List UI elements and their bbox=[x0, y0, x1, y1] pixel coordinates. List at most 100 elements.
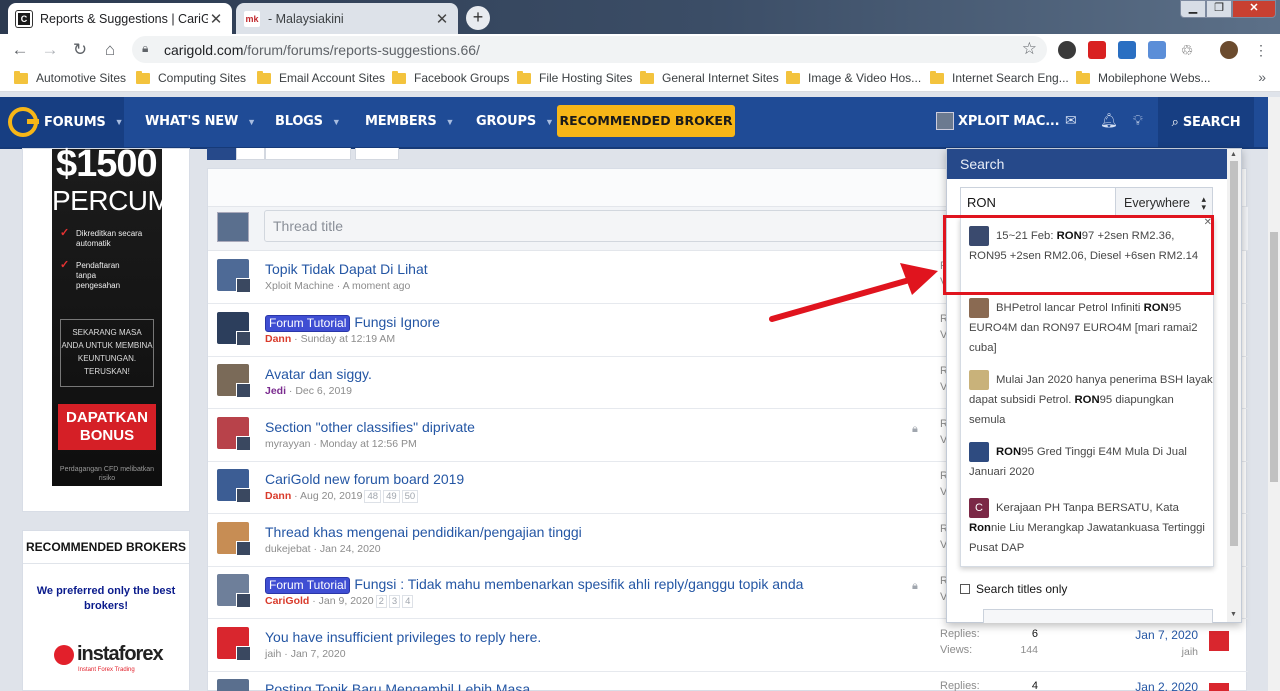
search-suggestion[interactable]: RON95 Gred Tinggi E4M Mula Di Jual Janua… bbox=[961, 442, 1213, 482]
nav-members[interactable]: MEMBERS ▼ bbox=[365, 114, 454, 129]
thread-date[interactable]: · Aug 20, 2019 bbox=[291, 490, 362, 502]
avatar[interactable] bbox=[217, 469, 251, 503]
thread-title-text[interactable]: Topik Tidak Dapat Di Lihat bbox=[265, 261, 428, 277]
back-icon[interactable]: ← bbox=[8, 38, 32, 62]
thread-date[interactable]: · Sunday at 12:19 AM bbox=[291, 333, 395, 345]
close-window-button[interactable]: ✕ bbox=[1232, 0, 1276, 18]
scroll-up-icon[interactable]: ▲ bbox=[1230, 151, 1237, 158]
search-by-member-input[interactable] bbox=[983, 609, 1213, 623]
thread-title[interactable]: Posting Topik Baru Mengambil Lebih Masa bbox=[265, 681, 530, 691]
ad-banner[interactable]: $1500 PERCUMA ✓ Dikreditkan secara automa… bbox=[52, 143, 189, 486]
tab-close-icon[interactable]: ✕ bbox=[208, 10, 224, 28]
search-suggestion[interactable]: BHPetrol lancar Petrol Infiniti RON95 EU… bbox=[961, 298, 1213, 358]
coupon-extension-icon[interactable] bbox=[1088, 41, 1106, 59]
page-link[interactable]: 50 bbox=[401, 490, 419, 503]
extension-icon[interactable] bbox=[1058, 41, 1076, 59]
thread-prefix-badge[interactable]: Forum Tutorial bbox=[265, 577, 351, 594]
thread-date[interactable]: · Jan 7, 2020 bbox=[281, 648, 345, 660]
menu-kebab-icon[interactable]: ⋮ bbox=[1252, 41, 1270, 59]
window-extension-icon[interactable] bbox=[1148, 41, 1166, 59]
bookmark-folder[interactable]: Mobilephone Webs... bbox=[1076, 70, 1211, 85]
thread-title-text[interactable]: Posting Topik Baru Mengambil Lebih Masa bbox=[265, 681, 530, 691]
thread-title-text[interactable]: CariGold new forum board 2019 bbox=[265, 471, 464, 487]
bookmark-folder[interactable]: Email Account Sites bbox=[257, 70, 385, 85]
avatar[interactable] bbox=[217, 521, 251, 556]
thread-title-text[interactable]: You have insufficient privileges to repl… bbox=[265, 629, 541, 645]
search-input[interactable]: RON bbox=[960, 187, 1128, 217]
filter-tab[interactable] bbox=[207, 148, 236, 160]
thread-title-text[interactable]: Fungsi Ignore bbox=[354, 314, 440, 330]
thread-title-input[interactable]: Thread title bbox=[264, 210, 964, 242]
more-bookmarks-icon[interactable]: » bbox=[1258, 69, 1266, 85]
thread-title-text[interactable]: Avatar dan siggy. bbox=[265, 366, 372, 382]
suggestion-text[interactable]: Kerajaan PH Tanpa BERSATU, Kata Ronnie L… bbox=[969, 502, 1205, 554]
avatar[interactable] bbox=[217, 259, 251, 293]
nav-whats-new[interactable]: WHAT'S NEW ▼ bbox=[145, 114, 256, 129]
nav-groups[interactable]: GROUPS ▼ bbox=[476, 114, 554, 129]
maximize-button[interactable]: ❐ bbox=[1206, 0, 1232, 18]
page-link[interactable]: 49 bbox=[383, 490, 400, 503]
thread-title-text[interactable]: Section "other classifies" diprivate bbox=[265, 419, 475, 435]
thread-title[interactable]: Thread khas mengenai pendidikan/pengajia… bbox=[265, 524, 582, 540]
thread-prefix-badge[interactable]: Forum Tutorial bbox=[265, 314, 351, 332]
page-link[interactable]: 3 bbox=[388, 595, 401, 608]
thread-title[interactable]: Forum Tutorial Fungsi Ignore bbox=[265, 314, 440, 332]
thread-title[interactable]: Section "other classifies" diprivate bbox=[265, 419, 475, 435]
scroll-thumb[interactable] bbox=[1230, 161, 1238, 546]
nav-user-menu[interactable]: XPLOIT MAC... bbox=[936, 112, 1060, 130]
instaforex-logo[interactable]: instaforex Instant Forex Trading bbox=[52, 641, 164, 681]
thread-title[interactable]: You have insufficient privileges to repl… bbox=[265, 629, 541, 645]
bookmark-folder[interactable]: Automotive Sites bbox=[14, 70, 126, 85]
thread-author[interactable]: Jedi bbox=[265, 385, 286, 397]
thread-date[interactable]: · Dec 6, 2019 bbox=[286, 385, 352, 397]
inbox-icon[interactable]: ✉ bbox=[1065, 112, 1077, 129]
bell-icon[interactable]: 🔔︎ bbox=[1100, 112, 1118, 129]
latest-post-user[interactable]: jaih bbox=[1108, 646, 1198, 658]
table-row[interactable]: You have insufficient privileges to repl… bbox=[208, 619, 1248, 672]
thread-author[interactable]: CariGold bbox=[265, 595, 309, 607]
filter-tab[interactable] bbox=[355, 148, 399, 160]
latest-post-date[interactable]: Jan 2, 2020 bbox=[1108, 680, 1198, 691]
thread-date[interactable]: · Monday at 12:56 PM bbox=[311, 438, 416, 450]
tab-carigold[interactable]: C Reports & Suggestions | CariGold ✕ bbox=[8, 3, 232, 34]
nav-forums[interactable]: FORUMS ▼ bbox=[0, 97, 124, 147]
screenshot-extension-icon[interactable] bbox=[1118, 41, 1136, 59]
thread-author[interactable]: Dann bbox=[265, 490, 291, 502]
thread-title[interactable]: Topik Tidak Dapat Di Lihat bbox=[265, 261, 428, 277]
bookmark-folder[interactable]: Image & Video Hos... bbox=[786, 70, 921, 85]
recommended-broker-button[interactable]: RECOMMENDED BROKER bbox=[557, 105, 735, 137]
thread-title[interactable]: Avatar dan siggy. bbox=[265, 366, 372, 382]
avatar[interactable] bbox=[217, 364, 251, 398]
lightbulb-icon[interactable]: 💡︎ bbox=[1133, 112, 1143, 129]
filter-tab[interactable] bbox=[236, 148, 265, 160]
home-icon[interactable]: ⌂ bbox=[98, 38, 122, 62]
search-titles-only-checkbox[interactable]: Search titles only bbox=[960, 582, 1067, 596]
forward-icon[interactable]: → bbox=[38, 38, 62, 62]
thread-title[interactable]: CariGold new forum board 2019 bbox=[265, 471, 464, 487]
search-scope-select[interactable]: Everywhere ▴ ▾ bbox=[1115, 187, 1213, 217]
address-bar[interactable]: 🔒︎ carigold.com/forum/forums/reports-sug… bbox=[132, 36, 1047, 63]
tab-malaysiakini[interactable]: mk - Malaysiakini ✕ bbox=[236, 3, 458, 34]
page-link[interactable]: 4 bbox=[402, 595, 414, 608]
new-tab-button[interactable]: + bbox=[466, 6, 490, 30]
recycle-extension-icon[interactable]: ♲ bbox=[1178, 41, 1196, 59]
page-link[interactable]: 48 bbox=[364, 490, 382, 503]
bookmark-folder[interactable]: Facebook Groups bbox=[392, 70, 509, 85]
page-link[interactable]: 2 bbox=[375, 595, 387, 608]
thread-title-text[interactable]: Thread khas mengenai pendidikan/pengajia… bbox=[265, 524, 582, 540]
thread-author[interactable]: Xploit Machine bbox=[265, 280, 334, 292]
scroll-down-icon[interactable]: ▼ bbox=[1230, 611, 1237, 618]
thread-author[interactable]: myrayyan bbox=[265, 438, 311, 450]
search-menu-scrollbar[interactable]: ▲ ▼ bbox=[1227, 149, 1241, 622]
search-suggestion[interactable]: Mulai Jan 2020 hanya penerima BSH layak … bbox=[961, 370, 1213, 430]
avatar[interactable] bbox=[1209, 630, 1229, 651]
thread-title-text[interactable]: Fungsi : Tidak mahu membenarkan spesifik… bbox=[354, 576, 803, 592]
suggestion-text[interactable]: Mulai Jan 2020 hanya penerima BSH layak … bbox=[969, 374, 1213, 426]
thread-date[interactable]: · Jan 9, 2020 bbox=[309, 595, 373, 607]
bookmark-folder[interactable]: File Hosting Sites bbox=[517, 70, 632, 85]
thread-date[interactable]: · A moment ago bbox=[334, 280, 411, 292]
tab-close-icon[interactable]: ✕ bbox=[434, 10, 450, 28]
nav-blogs[interactable]: BLOGS ▼ bbox=[275, 114, 341, 129]
thread-author[interactable]: jaih bbox=[265, 648, 281, 660]
scroll-thumb[interactable] bbox=[1270, 232, 1278, 482]
